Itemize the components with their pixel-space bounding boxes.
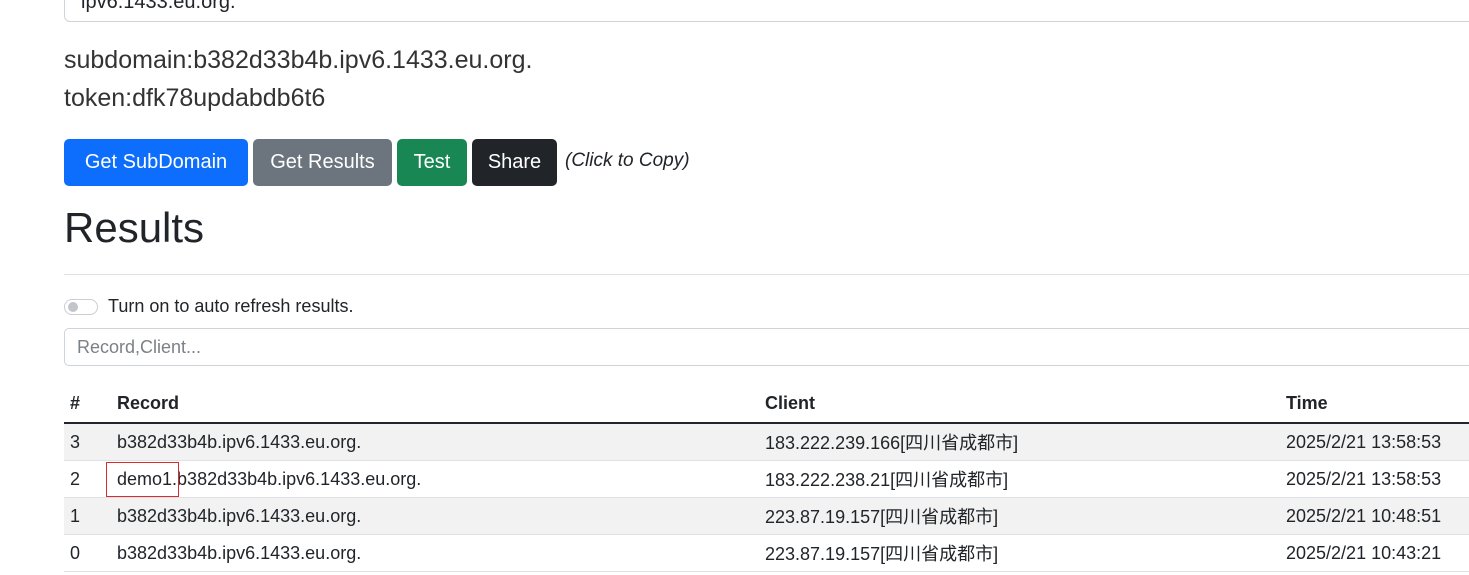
row-record: demo1.b382d33b4b.ipv6.1433.eu.org. [117, 460, 765, 498]
table-row: 0 b382d33b4b.ipv6.1433.eu.org. 223.87.19… [64, 534, 1469, 572]
domain-input[interactable]: ipv6.1433.eu.org. [64, 0, 1469, 22]
row-number: 2 [64, 460, 117, 498]
auto-refresh-toggle[interactable] [64, 298, 98, 315]
table-row: 3 b382d33b4b.ipv6.1433.eu.org. 183.222.2… [64, 423, 1469, 461]
row-client: 183.222.238.21[四川省成都市] [765, 460, 1286, 498]
results-table: # Record Client Time 3 b382d33b4b.ipv6.1… [64, 385, 1469, 572]
row-number: 3 [64, 423, 117, 461]
share-button[interactable]: Share [472, 139, 557, 186]
col-header-number[interactable]: # [64, 385, 117, 424]
auto-refresh-row: Turn on to auto refresh results. [64, 296, 353, 317]
auto-refresh-label[interactable]: Turn on to auto refresh results. [108, 296, 353, 317]
row-time: 2025/2/21 10:48:51 [1286, 497, 1469, 535]
filter-input[interactable] [64, 328, 1469, 366]
table-header-row: # Record Client Time [64, 385, 1469, 424]
test-button[interactable]: Test [397, 139, 467, 186]
row-record: b382d33b4b.ipv6.1433.eu.org. [117, 497, 765, 535]
record-rest: b382d33b4b.ipv6.1433.eu.org. [177, 468, 422, 489]
col-header-record[interactable]: Record [117, 385, 765, 424]
row-client: 223.87.19.157[四川省成都市] [765, 497, 1286, 535]
col-header-client[interactable]: Client [765, 385, 1286, 424]
row-number: 0 [64, 534, 117, 572]
col-header-time[interactable]: Time [1286, 385, 1469, 424]
row-number: 1 [64, 497, 117, 535]
page: ipv6.1433.eu.org. subdomain:b382d33b4b.i… [0, 0, 1469, 575]
action-buttons: Get SubDomain Get Results Test Share (Cl… [64, 139, 690, 186]
row-record: b382d33b4b.ipv6.1433.eu.org. [117, 423, 765, 461]
get-results-button[interactable]: Get Results [253, 139, 392, 186]
divider [64, 274, 1469, 275]
row-time: 2025/2/21 13:58:53 [1286, 460, 1469, 498]
row-time: 2025/2/21 10:43:21 [1286, 534, 1469, 572]
copy-hint: (Click to Copy) [565, 149, 690, 171]
token-text[interactable]: token:dfk78updabdb6t6 [64, 84, 325, 113]
table-row: 2 demo1.b382d33b4b.ipv6.1433.eu.org. 183… [64, 460, 1469, 498]
record-highlight: demo1. [117, 468, 178, 489]
get-subdomain-button[interactable]: Get SubDomain [64, 139, 248, 186]
table-row: 1 b382d33b4b.ipv6.1433.eu.org. 223.87.19… [64, 497, 1469, 535]
subdomain-text[interactable]: subdomain:b382d33b4b.ipv6.1433.eu.org. [64, 46, 532, 75]
toggle-knob [68, 301, 78, 312]
row-time: 2025/2/21 13:58:53 [1286, 423, 1469, 461]
results-title: Results [64, 204, 205, 251]
row-record: b382d33b4b.ipv6.1433.eu.org. [117, 534, 765, 572]
row-client: 223.87.19.157[四川省成都市] [765, 534, 1286, 572]
row-client: 183.222.239.166[四川省成都市] [765, 423, 1286, 461]
